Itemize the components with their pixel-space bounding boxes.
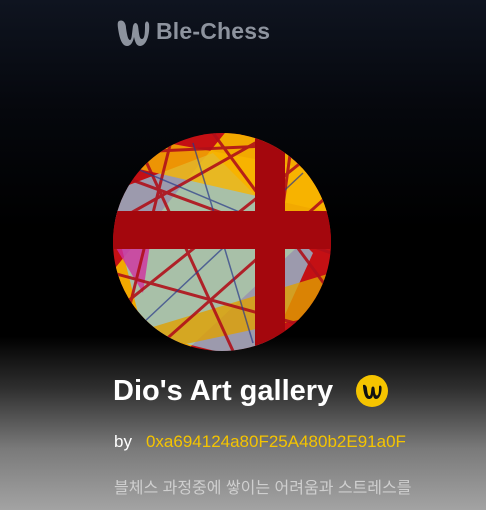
abstract-painting-avatar <box>113 133 331 351</box>
gallery-description: 블체스 과정중에 쌓이는 어려움과 스트레스를 <box>114 480 412 497</box>
brand-link[interactable]: Ble-Chess <box>114 13 270 49</box>
owner-wallet-address-link[interactable]: 0xa694124a80F25A480b2E91a0F <box>146 432 406 452</box>
ble-chess-badge-icon[interactable] <box>355 374 389 408</box>
gallery-title: Dio's Art gallery <box>113 374 334 407</box>
brand-name: Ble-Chess <box>156 17 271 44</box>
ble-chess-logo-icon <box>117 20 150 46</box>
gallery-avatar[interactable] <box>113 133 331 351</box>
by-label: by <box>114 432 132 451</box>
